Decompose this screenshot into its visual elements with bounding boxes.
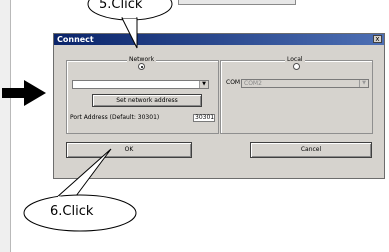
callout-6-pointer xyxy=(54,148,112,201)
callout-5-text: 5.Click xyxy=(99,0,143,12)
callout-5-pointer xyxy=(121,17,138,49)
callout-6-text: 6.Click xyxy=(50,204,94,219)
